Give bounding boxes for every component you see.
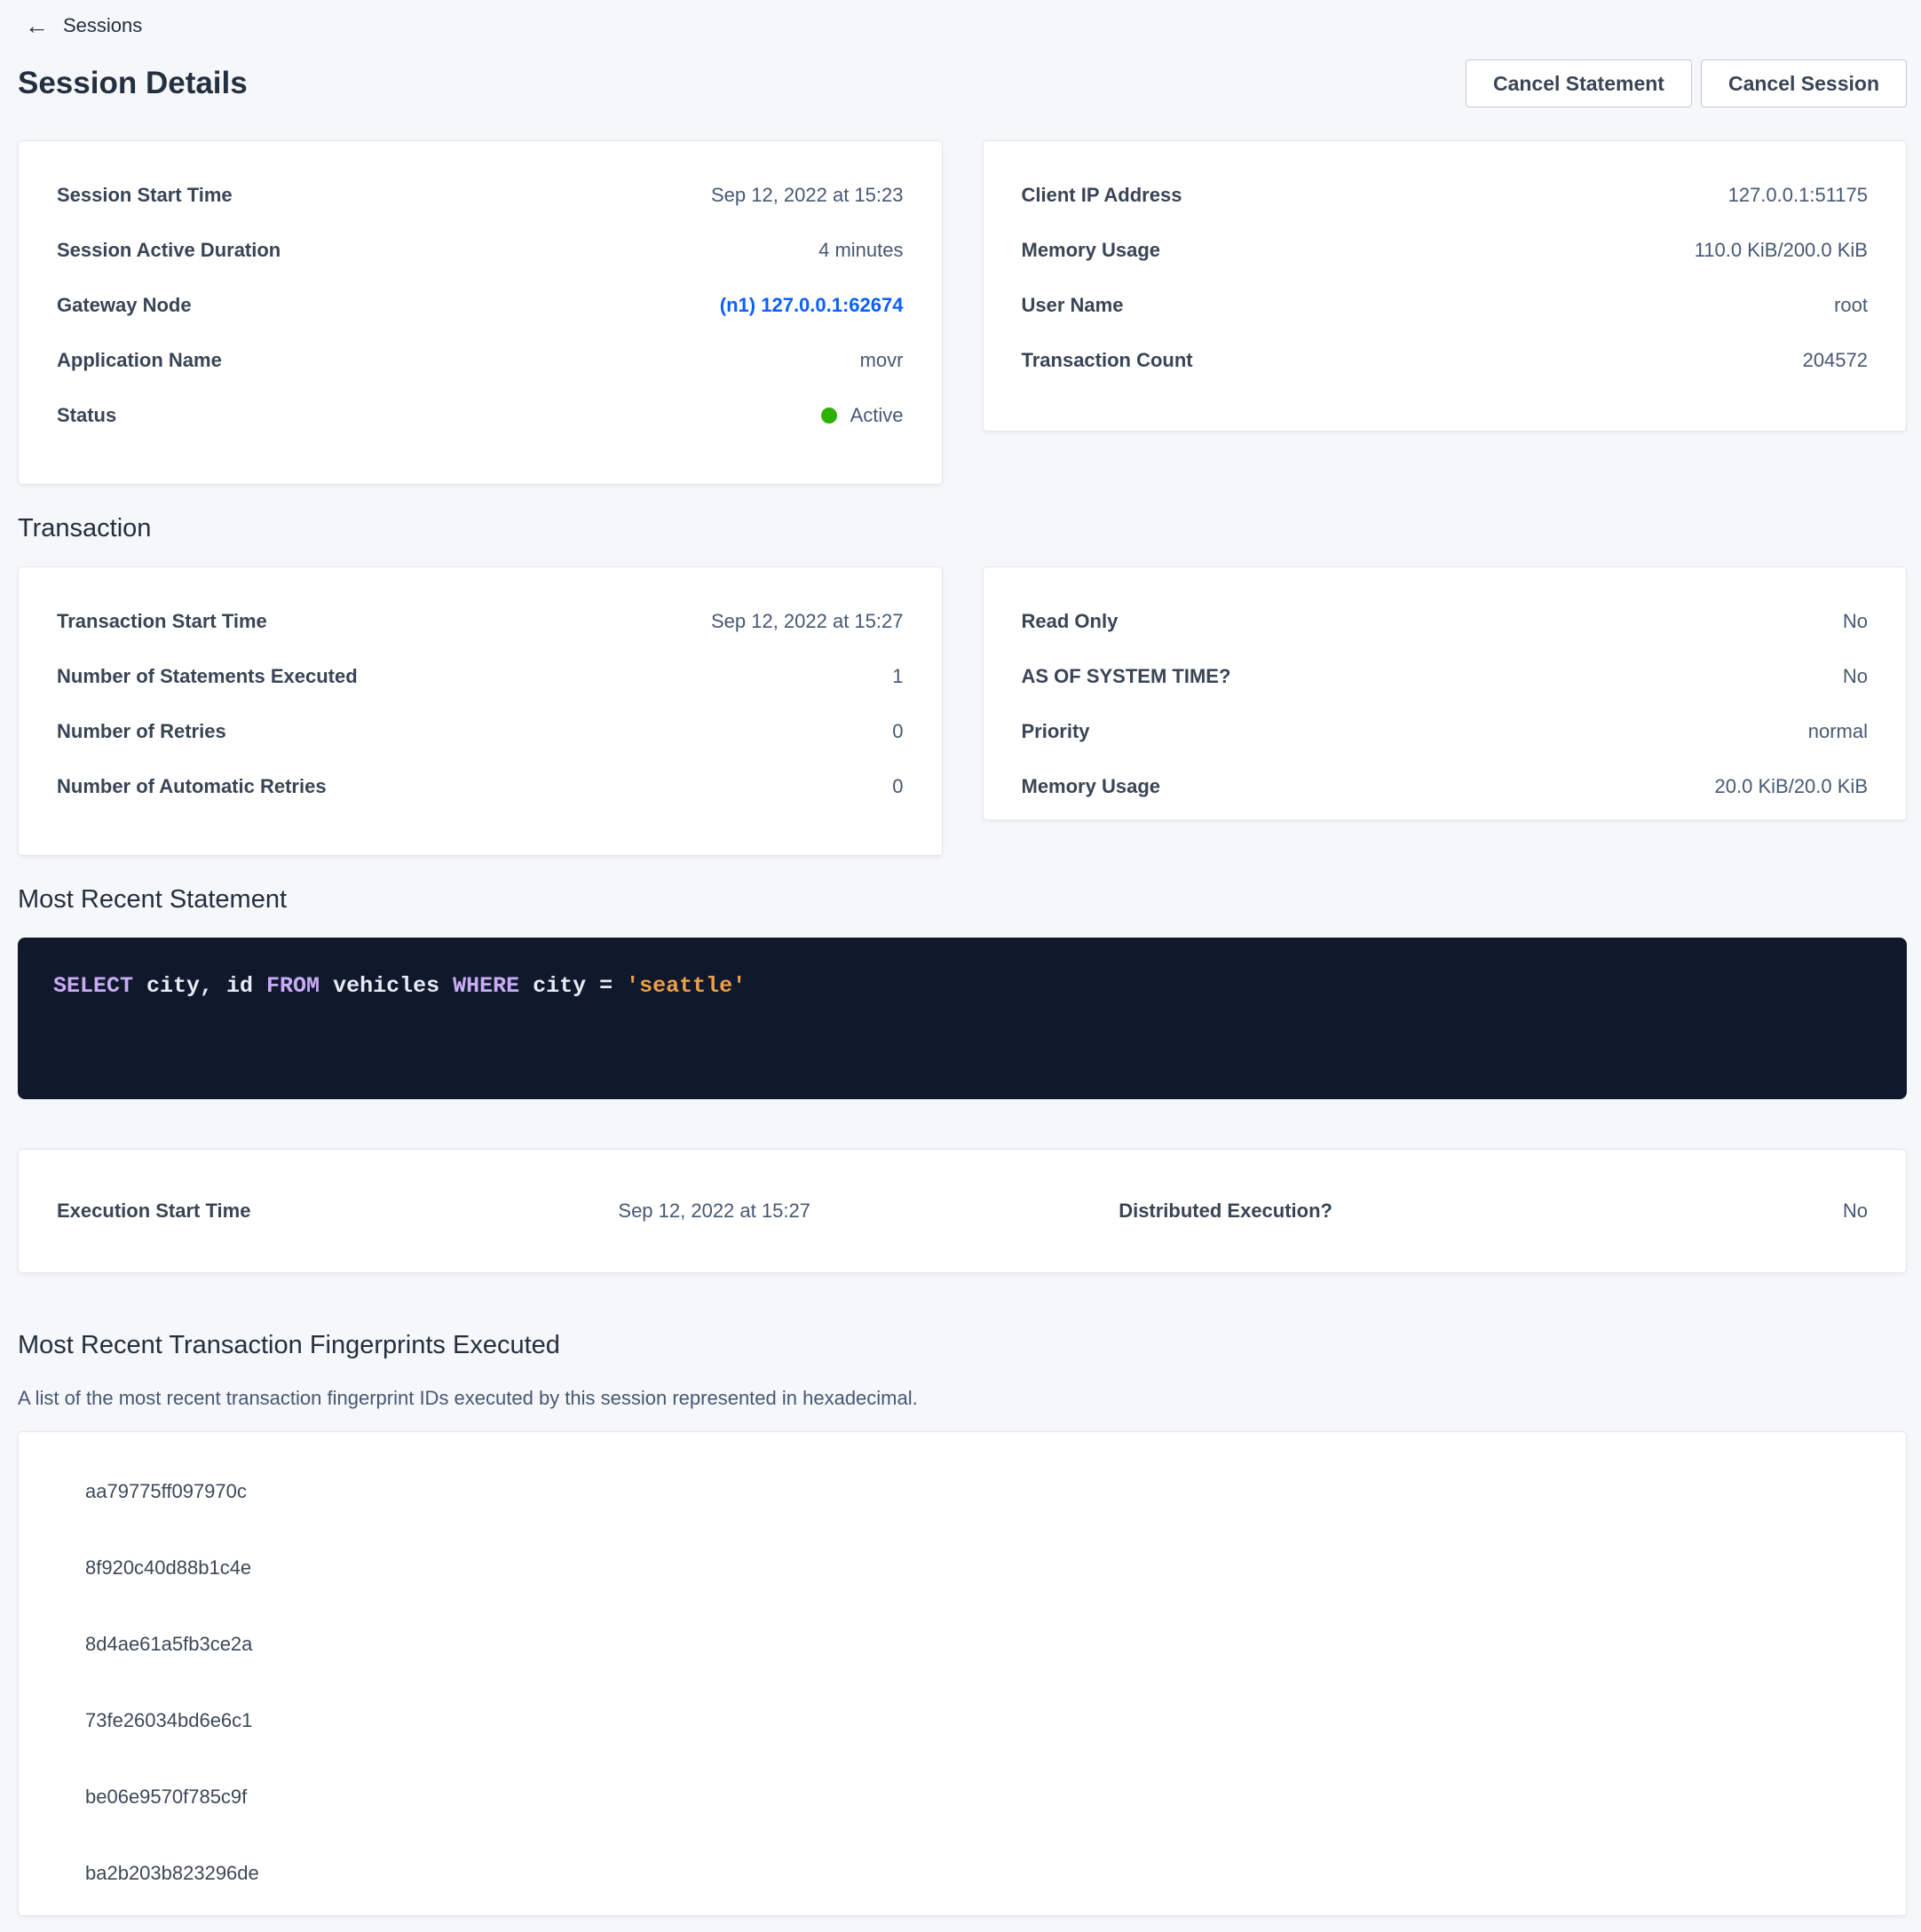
session-card-right: Client IP Address 127.0.0.1:51175 Memory… [983,140,1908,432]
transaction-card-right: Read Only No AS OF SYSTEM TIME? No Prior… [983,566,1908,820]
fingerprint-id: be06e9570f785c9f [85,1759,1906,1835]
session-start-time-row: Session Start Time Sep 12, 2022 at 15:23 [57,168,904,223]
detail-value: 0 [892,775,903,798]
detail-value: Sep 12, 2022 at 15:23 [711,184,904,207]
tx-memory-usage-row: Memory Usage 20.0 KiB/20.0 KiB [1022,759,1869,814]
transaction-section-heading: Transaction [18,513,1907,543]
detail-value: movr [860,349,904,372]
detail-value: 204572 [1803,349,1868,372]
detail-label: Memory Usage [1022,239,1161,262]
detail-label: Application Name [57,349,222,372]
gateway-node-link[interactable]: (n1) 127.0.0.1:62674 [720,294,904,317]
detail-value: root [1834,294,1868,317]
transaction-count-row: Transaction Count 204572 [1022,333,1869,388]
memory-usage-row: Memory Usage 110.0 KiB/200.0 KiB [1022,223,1869,278]
sql-text: city = [519,973,626,999]
status-value: Active [850,404,904,427]
gateway-node-row: Gateway Node (n1) 127.0.0.1:62674 [57,278,904,333]
detail-value: 4 minutes [818,239,903,262]
detail-value: No [1843,665,1868,688]
breadcrumb: ← Sessions [18,11,1907,41]
sql-keyword: WHERE [453,973,519,999]
session-details-page: ← Sessions Session Details Cancel Statem… [0,0,1921,1916]
detail-label: AS OF SYSTEM TIME? [1022,665,1231,688]
cancel-statement-button[interactable]: Cancel Statement [1466,59,1692,107]
status-active-dot-icon [821,408,837,424]
sql-keyword: FROM [266,973,320,999]
sql-statement-text: SELECT city, id FROM vehicles WHERE city… [53,973,1871,999]
detail-label: Status [57,404,116,427]
fingerprints-description: A list of the most recent transaction fi… [18,1387,1907,1410]
detail-label: Memory Usage [1022,775,1161,798]
detail-label: Gateway Node [57,294,192,317]
status-badge: Active [821,404,904,427]
sql-string-literal: 'seattle' [626,973,746,999]
detail-value: 1 [892,665,903,688]
detail-value: 20.0 KiB/20.0 KiB [1715,775,1868,798]
detail-label: User Name [1022,294,1124,317]
detail-label: Read Only [1022,610,1119,633]
session-active-duration-row: Session Active Duration 4 minutes [57,223,904,278]
read-only-row: Read Only No [1022,594,1869,649]
detail-value: normal [1808,720,1868,743]
fingerprint-id: ba2b203b823296de [85,1835,1906,1912]
statement-section-heading: Most Recent Statement [18,884,1907,915]
detail-label: Transaction Start Time [57,610,267,633]
fingerprint-id: 8f920c40d88b1c4e [85,1530,1906,1606]
retries-row: Number of Retries 0 [57,704,904,759]
execution-start-time-label: Execution Start Time [57,1200,618,1223]
sql-statement-box: SELECT city, id FROM vehicles WHERE city… [18,938,1907,1099]
transaction-grid: Transaction Start Time Sep 12, 2022 at 1… [18,566,1907,856]
detail-value: 127.0.0.1:51175 [1728,184,1868,207]
detail-value: Sep 12, 2022 at 15:27 [711,610,904,633]
fingerprint-id: aa79775ff097970c [85,1453,1906,1530]
back-link-label: Sessions [63,14,142,37]
detail-label: Transaction Count [1022,349,1193,372]
fingerprint-id: 8d4ae61a5fb3ce2a [85,1606,1906,1683]
as-of-system-time-row: AS OF SYSTEM TIME? No [1022,649,1869,704]
priority-row: Priority normal [1022,704,1869,759]
detail-label: Session Active Duration [57,239,281,262]
session-card-left: Session Start Time Sep 12, 2022 at 15:23… [18,140,943,485]
fingerprints-section-heading: Most Recent Transaction Fingerprints Exe… [18,1330,1907,1360]
detail-value: 0 [892,720,903,743]
distributed-execution-label: Distributed Execution? [1016,1200,1506,1223]
application-name-row: Application Name movr [57,333,904,388]
transaction-start-time-row: Transaction Start Time Sep 12, 2022 at 1… [57,594,904,649]
user-name-row: User Name root [1022,278,1869,333]
back-to-sessions-link[interactable]: ← Sessions [25,14,142,38]
detail-label: Client IP Address [1022,184,1182,207]
transaction-card-left: Transaction Start Time Sep 12, 2022 at 1… [18,566,943,856]
page-title: Session Details [18,66,248,101]
detail-label: Session Start Time [57,184,233,207]
status-row: Status Active [57,388,904,443]
sql-text: vehicles [320,973,453,999]
sql-keyword: SELECT [53,973,133,999]
execution-summary-card: Execution Start Time Sep 12, 2022 at 15:… [18,1149,1907,1273]
back-arrow-icon: ← [25,14,49,38]
client-ip-row: Client IP Address 127.0.0.1:51175 [1022,168,1869,223]
sql-text: city, id [133,973,266,999]
statements-executed-row: Number of Statements Executed 1 [57,649,904,704]
detail-label: Number of Retries [57,720,226,743]
detail-value: No [1843,610,1868,633]
fingerprint-id: 73fe26034bd6e6c1 [85,1683,1906,1759]
fingerprints-card: aa79775ff097970c 8f920c40d88b1c4e 8d4ae6… [18,1431,1907,1916]
execution-start-time-value: Sep 12, 2022 at 15:27 [618,1200,1016,1223]
session-summary-grid: Session Start Time Sep 12, 2022 at 15:23… [18,140,1907,485]
automatic-retries-row: Number of Automatic Retries 0 [57,759,904,814]
detail-label: Number of Automatic Retries [57,775,327,798]
cancel-session-button[interactable]: Cancel Session [1701,59,1907,107]
detail-value: 110.0 KiB/200.0 KiB [1695,239,1868,262]
detail-label: Number of Statements Executed [57,665,358,688]
detail-label: Priority [1022,720,1090,743]
action-buttons: Cancel Statement Cancel Session [1466,59,1907,107]
title-row: Session Details Cancel Statement Cancel … [18,57,1907,110]
distributed-execution-value: No [1506,1200,1868,1223]
